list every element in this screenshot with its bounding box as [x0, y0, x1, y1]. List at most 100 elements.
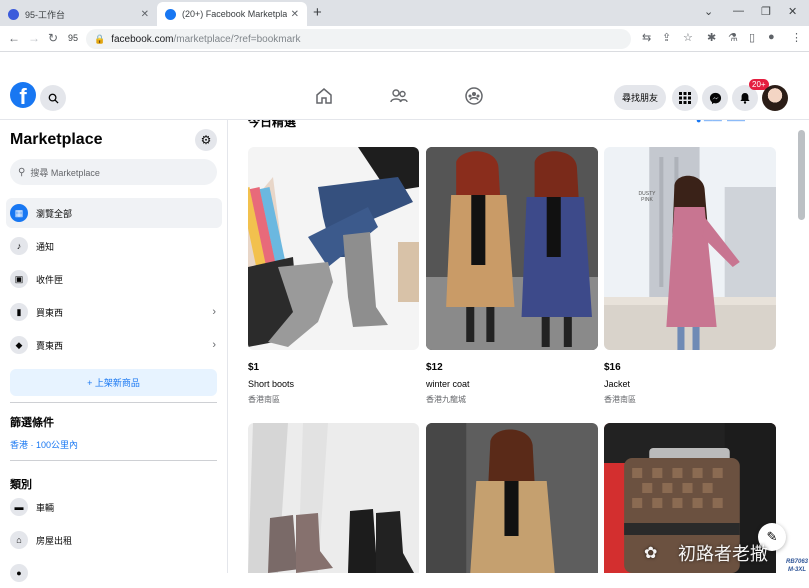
- sidebar-item-inbox[interactable]: ▣ 收件匣: [6, 264, 222, 294]
- marketplace-sidebar: Marketplace ⚙ ⚲ 搜尋 Marketplace ▦ 瀏覽全部 ♪ …: [0, 120, 228, 582]
- chevron-right-icon: ›: [212, 306, 216, 318]
- listing-title: Jacket: [604, 379, 631, 389]
- house-icon: ⌂: [10, 531, 28, 549]
- listing-price: $1: [248, 362, 260, 373]
- avatar[interactable]: [762, 85, 788, 111]
- share-icon[interactable]: ⇪: [662, 31, 671, 44]
- address-bar[interactable]: 🔒 facebook.com/marketplace/?ref=bookmark: [86, 29, 631, 49]
- listing-location: 香港九龍城: [426, 395, 466, 404]
- shield-icon: [8, 8, 19, 20]
- sidebar-item-label: 車輛: [36, 502, 55, 513]
- listing-photo-camel-coat: [426, 423, 598, 573]
- sidebar-item-label: 買東西: [36, 307, 64, 318]
- categories-heading: 類別: [10, 479, 32, 491]
- location-filter-link[interactable]: 香港 · 100公里內: [10, 438, 78, 451]
- browser-tab-marketplace[interactable]: (20+) Facebook Marketplace | Fa ✕: [157, 2, 307, 26]
- tab-title: 95-工作台: [25, 9, 66, 20]
- sidebar-item-label: 通知: [36, 241, 55, 252]
- search-button[interactable]: [40, 85, 66, 111]
- edit-icon: ✎: [766, 529, 778, 544]
- lab-icon[interactable]: ⚗: [728, 31, 738, 44]
- grid-icon: [679, 92, 691, 104]
- close-icon[interactable]: ✕: [291, 9, 299, 20]
- facebook-icon: [165, 8, 176, 20]
- sidebar-item-buying[interactable]: ▮ 買東西 ›: [6, 297, 222, 327]
- messenger-button[interactable]: [702, 85, 728, 111]
- listing-photo-boots: [248, 147, 419, 350]
- url-host: facebook.com: [111, 33, 174, 45]
- messenger-icon: [709, 92, 721, 104]
- sidebar-item-partial[interactable]: ●: [6, 558, 222, 588]
- facebook-logo-icon[interactable]: f: [10, 82, 36, 108]
- sidebar-item-vehicles[interactable]: ▬ 車輛: [6, 492, 222, 522]
- photo-sign: DUSTY PINK: [638, 191, 656, 203]
- divider: [10, 460, 217, 461]
- restore-icon[interactable]: ❐: [761, 5, 771, 18]
- bookmark-star-icon[interactable]: ☆: [683, 31, 693, 44]
- watermark: 初路者老撒: [678, 544, 768, 564]
- browser-tab-workbench[interactable]: 95-工作台 ✕: [0, 2, 157, 26]
- sidebar-item-browse-all[interactable]: ▦ 瀏覽全部: [6, 198, 222, 228]
- wechat-icon: ✿: [644, 545, 658, 562]
- listing-price: $12: [426, 362, 443, 373]
- tab-search-icon[interactable]: ⌄: [704, 5, 713, 18]
- search-icon: [48, 93, 59, 104]
- listing-card-jacket[interactable]: DUSTY PINK $16 Jacket 香港南區: [604, 147, 776, 412]
- sidebar-item-label: 收件匣: [36, 274, 64, 285]
- filters-heading: 篩選條件: [10, 417, 54, 429]
- listing-photo-winter-coat: [426, 147, 598, 350]
- menu-grid-button[interactable]: [672, 85, 698, 111]
- back-icon[interactable]: ←: [8, 31, 20, 45]
- marketplace-feed: 今日精選 ● —— —— $1 Short boots 香港南區 $12 win…: [228, 120, 809, 573]
- sidebar-item-label: 賣東西: [36, 340, 64, 351]
- tab-title: (20+) Facebook Marketplace | Fa: [182, 9, 287, 19]
- home-icon[interactable]: [314, 86, 334, 106]
- bell-icon: ♪: [10, 237, 28, 255]
- listing-card-winter-coat[interactable]: $12 winter coat 香港九龍城: [426, 147, 598, 412]
- translate-icon[interactable]: ⇆: [642, 31, 651, 44]
- listing-photo-jacket: [604, 147, 776, 350]
- marketplace-search-input[interactable]: ⚲ 搜尋 Marketplace: [10, 159, 217, 185]
- inbox-icon: ▣: [10, 270, 28, 288]
- profile-icon[interactable]: ●: [768, 31, 775, 43]
- listing-price: $16: [604, 362, 621, 373]
- sidebar-item-selling[interactable]: ◆ 賣東西 ›: [6, 330, 222, 360]
- listing-card-boots[interactable]: $1 Short boots 香港南區: [248, 147, 419, 412]
- sidebar-item-notifications[interactable]: ♪ 通知: [6, 231, 222, 261]
- close-icon[interactable]: ✕: [141, 9, 149, 20]
- sidebar-title: Marketplace: [10, 131, 103, 148]
- listing-location: 香港南區: [604, 395, 636, 404]
- minimize-icon[interactable]: —: [733, 5, 744, 17]
- listing-card-4[interactable]: [248, 423, 419, 573]
- category-icon: ●: [10, 564, 28, 582]
- sidebar-icon[interactable]: ▯: [749, 31, 755, 44]
- extensions-icon[interactable]: ✱: [707, 31, 716, 44]
- listing-title: Short boots: [248, 379, 295, 389]
- reload-icon[interactable]: ↻: [48, 31, 58, 45]
- create-listing-button[interactable]: + 上架新商品: [10, 369, 217, 396]
- bell-icon: [740, 93, 750, 104]
- window-close-icon[interactable]: ✕: [788, 5, 797, 18]
- settings-button[interactable]: ⚙: [195, 129, 217, 151]
- url-path: /marketplace/?ref=bookmark: [173, 33, 301, 45]
- location-pin-icon[interactable]: ● —— ——: [696, 120, 745, 125]
- groups-icon[interactable]: [464, 86, 484, 106]
- forward-icon[interactable]: →: [28, 31, 40, 45]
- listing-card-5[interactable]: [426, 423, 598, 573]
- search-icon: ⚲: [18, 166, 26, 178]
- gear-icon: ⚙: [200, 133, 212, 147]
- new-tab-icon[interactable]: +: [313, 4, 322, 21]
- sidebar-item-rentals[interactable]: ⌂ 房屋出租: [6, 525, 222, 555]
- chevron-right-icon: ›: [212, 339, 216, 351]
- menu-kebab-icon[interactable]: ⋮: [791, 31, 802, 44]
- find-friends-button[interactable]: 尋找朋友: [614, 85, 666, 110]
- page-scrollbar[interactable]: [798, 130, 805, 220]
- friends-icon[interactable]: [389, 86, 409, 106]
- storefront-icon: ▦: [10, 204, 28, 222]
- shopping-bag-icon: ▮: [10, 303, 28, 321]
- listing-title: winter coat: [426, 379, 470, 389]
- car-icon: ▬: [10, 498, 28, 516]
- listing-location: 香港南區: [248, 395, 280, 404]
- lock-icon[interactable]: 🔒: [94, 34, 105, 45]
- divider: [10, 402, 217, 403]
